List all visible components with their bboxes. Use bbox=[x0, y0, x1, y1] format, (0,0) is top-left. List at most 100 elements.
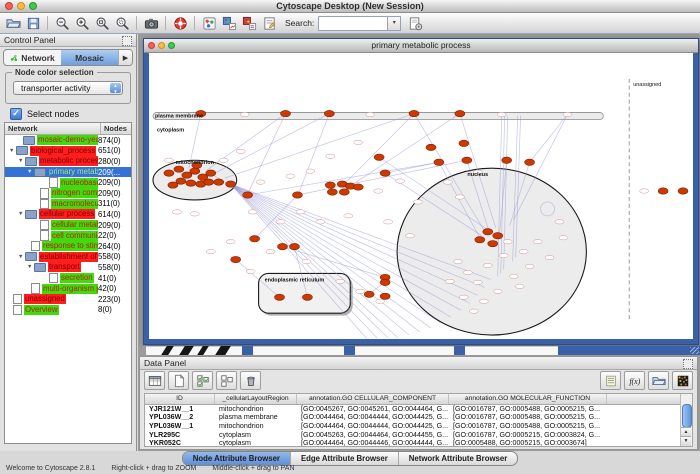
graph-node[interactable] bbox=[380, 170, 390, 176]
filter-editor-icon[interactable] bbox=[259, 14, 279, 32]
graph-node[interactable] bbox=[324, 110, 334, 116]
zoom-fit-icon[interactable] bbox=[92, 14, 112, 32]
resize-grip-icon[interactable] bbox=[690, 347, 699, 354]
label-node[interactable] bbox=[519, 249, 528, 253]
float-window-icon[interactable] bbox=[122, 36, 132, 46]
tree-row[interactable]: macromolecule311(0) bbox=[5, 199, 131, 210]
select-all-attributes-icon[interactable] bbox=[192, 371, 213, 390]
network-canvas[interactable]: plasma membranecytoplasmmitochondrionnuc… bbox=[149, 53, 693, 339]
label-node[interactable] bbox=[336, 279, 345, 283]
label-node[interactable] bbox=[316, 220, 325, 224]
table-row[interactable]: YJR121W__1mitochondrion[GO:0045267, GO:0… bbox=[145, 405, 692, 414]
label-node[interactable] bbox=[483, 263, 492, 267]
tree-row[interactable]: secretion41(0) bbox=[5, 273, 131, 284]
tab-network-attribute-browser[interactable]: Network Attribute Browser bbox=[398, 452, 518, 465]
graph-node[interactable] bbox=[459, 140, 469, 146]
expand-arrow-icon[interactable]: ▼ bbox=[18, 211, 25, 217]
table-row[interactable]: YKR052Ccytoplasm[GO:0044464, GO:0044446,… bbox=[145, 439, 692, 447]
expand-arrow-icon[interactable]: ▼ bbox=[18, 158, 25, 164]
graph-node[interactable] bbox=[525, 159, 535, 165]
label-node[interactable] bbox=[640, 189, 649, 193]
label-node[interactable] bbox=[374, 189, 383, 193]
tree-row[interactable]: ▼cellular process614(0) bbox=[5, 209, 131, 220]
tree-row[interactable]: cell communicat22(0) bbox=[5, 230, 131, 241]
label-node[interactable] bbox=[463, 270, 472, 274]
minimize-button[interactable] bbox=[158, 42, 165, 49]
graph-node[interactable] bbox=[289, 243, 299, 249]
label-node[interactable] bbox=[545, 255, 554, 259]
table-column-header[interactable]: _cellularLayoutRegion bbox=[215, 394, 297, 404]
graph-node[interactable] bbox=[339, 189, 349, 195]
table-column-header[interactable]: annotation.GO MOLECULAR_FUNCTION bbox=[449, 394, 607, 404]
label-node[interactable] bbox=[443, 180, 452, 184]
label-node[interactable] bbox=[469, 309, 478, 313]
graph-node[interactable] bbox=[493, 233, 503, 239]
zoom-button[interactable] bbox=[168, 42, 175, 49]
label-node[interactable] bbox=[302, 259, 311, 263]
label-node[interactable] bbox=[445, 279, 454, 283]
expand-arrow-icon[interactable]: ▼ bbox=[9, 148, 16, 154]
zoom-selected-icon[interactable] bbox=[112, 14, 132, 32]
tree-row[interactable]: ▼establishment of lo558(0) bbox=[5, 252, 131, 263]
label-node[interactable] bbox=[226, 239, 235, 243]
label-node[interactable] bbox=[376, 299, 385, 303]
zoom-in-icon[interactable] bbox=[72, 14, 92, 32]
zoom-button[interactable] bbox=[29, 2, 37, 10]
tree-row[interactable]: nitrogen compo209(0) bbox=[5, 188, 131, 199]
tab-network[interactable]: Network bbox=[4, 50, 61, 65]
tree-column-nodes[interactable]: Nodes bbox=[101, 123, 131, 134]
delete-attribute-icon[interactable] bbox=[240, 371, 261, 390]
label-node[interactable] bbox=[246, 269, 255, 273]
label-node[interactable] bbox=[276, 220, 285, 224]
table-scrollbar[interactable]: ▲ ▼ bbox=[680, 394, 692, 446]
expand-arrow-icon[interactable]: ▼ bbox=[27, 169, 34, 175]
graph-node[interactable] bbox=[214, 179, 224, 185]
attribute-notes-icon[interactable] bbox=[600, 371, 621, 390]
tree-row[interactable]: unassigned223(0) bbox=[5, 294, 131, 305]
snapshot-icon[interactable] bbox=[141, 14, 161, 32]
close-button[interactable] bbox=[5, 2, 13, 10]
graph-node[interactable] bbox=[174, 166, 184, 172]
table-column-header[interactable]: ID bbox=[145, 394, 215, 404]
label-node[interactable] bbox=[219, 158, 228, 162]
tree-column-network[interactable]: Network bbox=[5, 123, 101, 134]
graph-node[interactable] bbox=[281, 110, 291, 116]
attribute-browser-icon[interactable] bbox=[219, 14, 239, 32]
label-node[interactable] bbox=[206, 249, 215, 253]
import-attributes-icon[interactable] bbox=[648, 371, 669, 390]
label-node[interactable] bbox=[306, 169, 315, 173]
label-node[interactable] bbox=[459, 295, 468, 299]
table-row[interactable]: YLR295Ccytoplasm[GO:0045263, GO:0044464,… bbox=[145, 430, 692, 439]
graph-node[interactable] bbox=[243, 192, 253, 198]
tree-row[interactable]: ▼biological_process651(0) bbox=[5, 146, 131, 157]
graph-node[interactable] bbox=[250, 236, 260, 242]
label-node[interactable] bbox=[503, 239, 512, 243]
label-node[interactable] bbox=[559, 236, 568, 240]
label-node[interactable] bbox=[555, 220, 564, 224]
label-node[interactable] bbox=[356, 289, 365, 293]
select-nodes-checkbox[interactable]: ✓ bbox=[10, 108, 22, 120]
scrollbar-thumb[interactable] bbox=[682, 404, 692, 428]
label-node[interactable] bbox=[366, 112, 375, 116]
label-node[interactable] bbox=[563, 112, 572, 116]
graph-node[interactable] bbox=[678, 188, 688, 194]
label-node[interactable] bbox=[296, 210, 305, 214]
search-input[interactable] bbox=[318, 16, 388, 31]
graph-node[interactable] bbox=[168, 182, 178, 188]
label-node[interactable] bbox=[515, 284, 524, 288]
function-builder-icon[interactable]: f(x) bbox=[624, 371, 645, 390]
graph-node[interactable] bbox=[278, 243, 288, 249]
tree-row[interactable]: mosaic-demo-yeast874(0) bbox=[5, 135, 131, 146]
graph-node[interactable] bbox=[275, 294, 285, 300]
vizmapper-icon[interactable] bbox=[199, 14, 219, 32]
label-node[interactable] bbox=[326, 154, 335, 158]
expand-arrow-icon[interactable]: ▼ bbox=[18, 254, 25, 260]
tree-row[interactable]: nucleobase-209(0) bbox=[5, 177, 131, 188]
label-node[interactable] bbox=[406, 234, 415, 238]
graph-node[interactable] bbox=[204, 179, 214, 185]
label-node[interactable] bbox=[266, 249, 275, 253]
label-node[interactable] bbox=[190, 212, 199, 216]
save-icon[interactable] bbox=[23, 14, 43, 32]
tree-row[interactable]: ▼transport558(0) bbox=[5, 262, 131, 273]
graph-node[interactable] bbox=[364, 291, 374, 297]
